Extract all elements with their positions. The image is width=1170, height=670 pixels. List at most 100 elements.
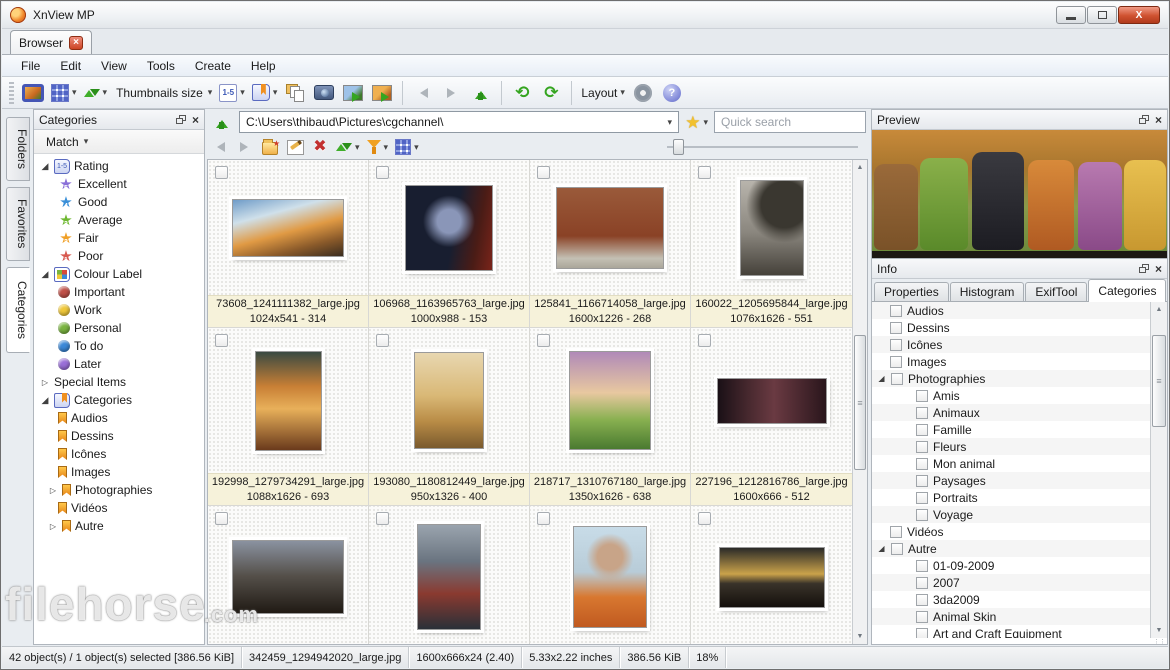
sort-button[interactable]: ▾ xyxy=(82,80,110,106)
thumbnail-cell[interactable] xyxy=(208,506,369,644)
minimize-button[interactable] xyxy=(1056,6,1086,24)
category-row[interactable]: Amis xyxy=(872,387,1150,404)
dropdown-arrow-icon[interactable]: ▾ xyxy=(384,142,389,153)
dropdown-arrow-icon[interactable]: ▾ xyxy=(208,87,213,98)
category-checkbox[interactable] xyxy=(916,593,928,606)
thumbnail-cell[interactable] xyxy=(530,506,691,644)
thumbnail-cell[interactable]: 192998_1279734291_large.jpg 1088x1626 - 6… xyxy=(208,328,369,505)
expander-icon[interactable]: ◢ xyxy=(40,269,50,280)
history-back-button[interactable] xyxy=(410,80,436,106)
tab-properties[interactable]: Properties xyxy=(874,282,949,301)
thumbnail-cell[interactable]: 193080_1180812449_large.jpg 950x1326 - 40… xyxy=(369,328,530,505)
menu-view[interactable]: View xyxy=(92,57,136,75)
close-panel-icon[interactable]: × xyxy=(192,114,199,126)
rotate-right-button[interactable]: ⟳ xyxy=(538,80,564,106)
tab-close-icon[interactable]: × xyxy=(69,35,84,50)
category-row[interactable]: Vidéos xyxy=(872,523,1150,540)
tab-histogram[interactable]: Histogram xyxy=(949,282,1025,301)
tree-item[interactable]: Later xyxy=(34,355,204,373)
category-row[interactable]: Famille xyxy=(872,421,1150,438)
category-row[interactable]: Audios xyxy=(872,302,1150,319)
tree-item[interactable]: ◢ Categories xyxy=(34,391,204,409)
dropdown-arrow-icon[interactable]: ▾ xyxy=(703,117,708,128)
category-row[interactable]: 2007 xyxy=(872,574,1150,591)
category-checkbox[interactable] xyxy=(890,525,902,538)
tree-item[interactable]: ★ 3 Average xyxy=(34,211,204,229)
thumbnail-image[interactable] xyxy=(713,374,830,427)
tree-item[interactable]: Vidéos xyxy=(34,499,204,517)
fullscreen-viewer-button[interactable] xyxy=(20,80,46,106)
dropdown-arrow-icon[interactable]: ▾ xyxy=(103,87,108,98)
thumbnail-cell[interactable]: 125841_1166714058_large.jpg 1600x1226 - 2… xyxy=(530,160,691,327)
sort-order-button[interactable]: ▾ xyxy=(334,136,362,158)
thumbnail-cell[interactable] xyxy=(691,506,852,644)
restore-button[interactable] xyxy=(1087,6,1117,24)
category-checkbox[interactable] xyxy=(916,508,928,521)
category-row[interactable]: 3da2009 xyxy=(872,591,1150,608)
thumbnail-checkbox[interactable] xyxy=(215,512,228,525)
category-checkbox[interactable] xyxy=(916,559,928,572)
tree-item[interactable]: ◢Rating xyxy=(34,157,204,175)
settings-button[interactable] xyxy=(630,80,656,106)
category-row[interactable]: Paysages xyxy=(872,472,1150,489)
scroll-up-icon[interactable]: ▲ xyxy=(1151,302,1167,317)
category-row[interactable]: ◢ Autre xyxy=(872,540,1150,557)
thumbnail-checkbox[interactable] xyxy=(376,512,389,525)
layout-button[interactable]: Layout ▾ xyxy=(579,80,627,106)
side-tab-folders[interactable]: Folders xyxy=(6,117,30,181)
category-row[interactable]: Animaux xyxy=(872,404,1150,421)
thumbnail-checkbox[interactable] xyxy=(376,166,389,179)
expander-icon[interactable]: ▷ xyxy=(48,522,58,531)
tree-item[interactable]: Important xyxy=(34,283,204,301)
thumbnail-image[interactable] xyxy=(414,521,484,633)
category-row[interactable]: Art and Craft Equipment xyxy=(872,625,1150,638)
thumbnail-view-button[interactable]: ▾ xyxy=(49,80,79,106)
nav-forward-button[interactable] xyxy=(234,136,256,158)
info-tree-scrollbar[interactable]: ▲ ▼ xyxy=(1150,302,1167,638)
path-dropdown-icon[interactable]: ▾ xyxy=(661,112,678,132)
history-forward-button[interactable] xyxy=(439,80,465,106)
thumbnail-checkbox[interactable] xyxy=(537,512,550,525)
capture-button[interactable] xyxy=(311,80,337,106)
expander-icon[interactable]: ◢ xyxy=(40,161,50,172)
slider-handle[interactable] xyxy=(673,139,684,155)
category-row[interactable]: 01-09-2009 xyxy=(872,557,1150,574)
thumbnail-cell[interactable] xyxy=(369,506,530,644)
tree-item[interactable]: Audios xyxy=(34,409,204,427)
category-checkbox[interactable] xyxy=(916,440,928,453)
dropdown-arrow-icon[interactable]: ▾ xyxy=(72,87,77,98)
category-checkbox[interactable] xyxy=(890,355,902,368)
side-tab-favorites[interactable]: Favorites xyxy=(6,187,30,261)
dropdown-arrow-icon[interactable]: ▾ xyxy=(273,87,278,98)
tree-item[interactable]: Images xyxy=(34,463,204,481)
resize-grip[interactable] xyxy=(872,638,1167,644)
tree-item[interactable]: Dessins xyxy=(34,427,204,445)
dropdown-arrow-icon[interactable]: ▾ xyxy=(355,142,360,153)
category-checkbox[interactable] xyxy=(891,372,903,385)
thumbnail-checkbox[interactable] xyxy=(537,166,550,179)
category-row[interactable]: Voyage xyxy=(872,506,1150,523)
filter-button[interactable]: ▾ xyxy=(365,136,391,158)
tab-browser[interactable]: Browser × xyxy=(10,30,93,54)
expander-icon[interactable]: ◢ xyxy=(877,374,886,383)
category-checkbox[interactable] xyxy=(916,423,928,436)
dropdown-arrow-icon[interactable]: ▾ xyxy=(240,87,245,98)
path-combobox[interactable]: C:\Users\thibaud\Pictures\cgchannel\ ▾ xyxy=(239,111,680,133)
expander-icon[interactable]: ◢ xyxy=(877,544,886,553)
category-checkbox[interactable] xyxy=(916,627,928,638)
scroll-down-icon[interactable]: ▼ xyxy=(853,629,867,644)
tree-item[interactable]: ◢ Colour Label xyxy=(34,265,204,283)
tree-item[interactable]: ▷ Special Items xyxy=(34,373,204,391)
thumbnail-image[interactable] xyxy=(715,543,828,611)
tree-item[interactable]: To do xyxy=(34,337,204,355)
nav-back-button[interactable] xyxy=(209,136,231,158)
grid-scrollbar[interactable]: ▲ ▼ xyxy=(852,160,867,644)
category-row[interactable]: Icônes xyxy=(872,336,1150,353)
thumbnail-image[interactable] xyxy=(251,347,325,454)
export-button[interactable] xyxy=(340,80,366,106)
thumbnail-cell[interactable]: 227196_1212816786_large.jpg 1600x666 - 51… xyxy=(691,328,852,505)
scroll-up-icon[interactable]: ▲ xyxy=(853,160,867,175)
dropdown-arrow-icon[interactable]: ▾ xyxy=(414,142,419,153)
tree-item[interactable]: ★ 4 Good xyxy=(34,193,204,211)
category-checkbox[interactable] xyxy=(916,457,928,470)
